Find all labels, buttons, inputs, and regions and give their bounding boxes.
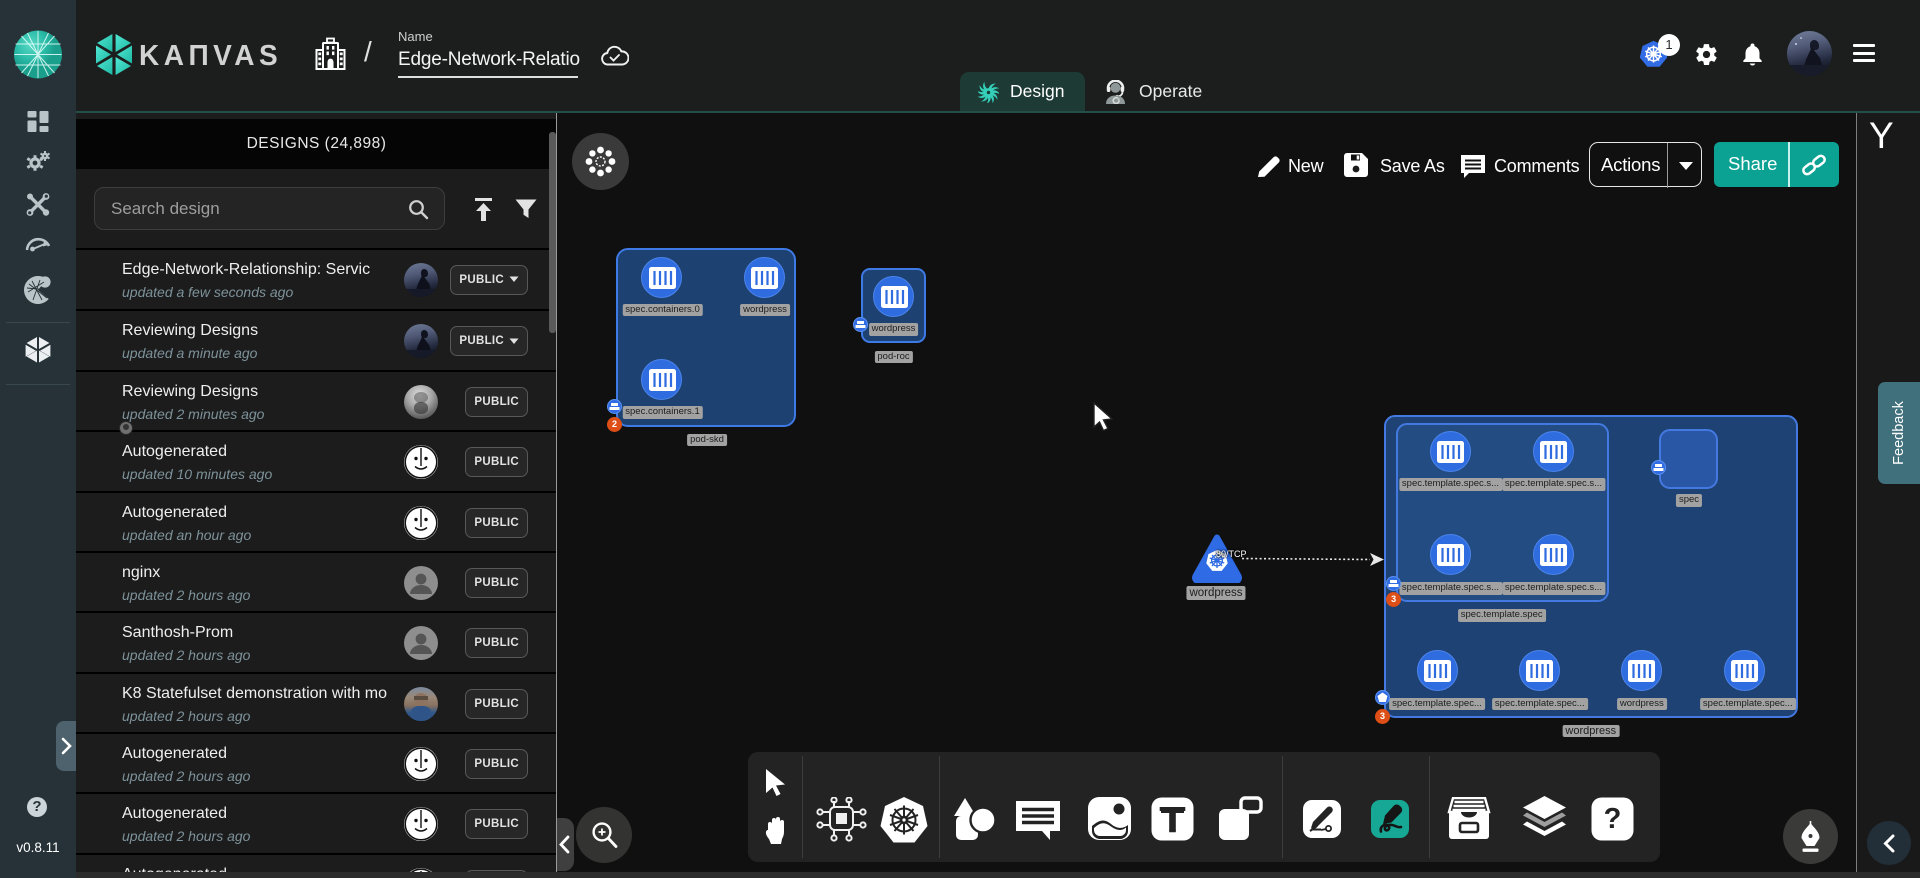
- svg-text:?: ?: [1604, 803, 1622, 835]
